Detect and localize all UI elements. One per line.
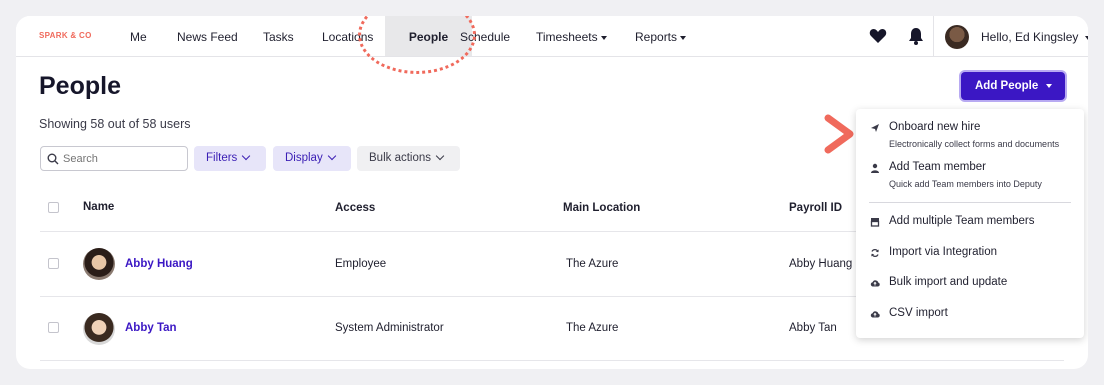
display-label: Display: [285, 152, 323, 164]
cloud-upload-icon: [870, 311, 880, 318]
menu-item-title: Add Team member: [889, 161, 986, 173]
search-icon: [47, 153, 59, 165]
avatar: [83, 313, 115, 345]
search-box[interactable]: [40, 146, 188, 171]
bulk-actions-button[interactable]: Bulk actions: [357, 146, 460, 171]
page-title: People: [39, 72, 121, 100]
location-cell: The Azure: [566, 258, 619, 270]
person-icon: [871, 163, 879, 173]
payroll-cell: Abby Tan: [789, 322, 837, 334]
bell-icon[interactable]: [906, 26, 926, 46]
display-button[interactable]: Display: [273, 146, 351, 171]
nav-reports-label: Reports: [635, 30, 678, 44]
person-name-link[interactable]: Abby Huang: [125, 258, 193, 270]
avatar: [83, 248, 115, 280]
caret-down-icon: [1046, 83, 1053, 88]
bulk-actions-label: Bulk actions: [369, 152, 432, 164]
menu-item-title: Import via Integration: [889, 246, 998, 258]
menu-divider: [869, 202, 1071, 203]
top-nav: SPARK & CO Me News Feed Tasks Locations …: [16, 16, 1088, 57]
menu-item-title: Bulk import and update: [889, 276, 1008, 288]
menu-item-subtitle: Electronically collect forms and documen…: [889, 139, 1060, 149]
cloud-upload-icon: [870, 280, 880, 287]
user-greeting: Hello, Ed Kingsley: [981, 30, 1079, 44]
menu-item-title: Add multiple Team members: [889, 215, 1035, 227]
caret-down-icon: [680, 35, 687, 40]
add-people-label: Add People: [975, 80, 1039, 92]
brand-logo[interactable]: SPARK & CO: [39, 31, 92, 40]
filters-button[interactable]: Filters: [194, 146, 266, 171]
nav-item-reports[interactable]: Reports: [635, 16, 687, 56]
menu-item-title: CSV import: [889, 307, 948, 319]
column-header-name[interactable]: Name: [83, 201, 114, 213]
chevron-down-icon: [435, 151, 445, 161]
nav-item-news-feed[interactable]: News Feed: [177, 16, 238, 56]
caret-down-icon: [600, 35, 607, 40]
row-divider: [40, 360, 1064, 361]
send-icon: [871, 124, 879, 132]
location-cell: The Azure: [566, 322, 619, 334]
filters-label: Filters: [206, 152, 238, 164]
access-cell: System Administrator: [335, 322, 444, 334]
chevron-down-icon: [242, 151, 251, 161]
caret-down-icon: [1085, 35, 1088, 40]
row-checkbox[interactable]: [48, 322, 59, 333]
column-header-main-location[interactable]: Main Location: [563, 202, 640, 214]
sync-icon: [871, 248, 879, 258]
user-menu[interactable]: Hello, Ed Kingsley: [981, 16, 1088, 58]
select-all-checkbox[interactable]: [48, 202, 59, 213]
nav-divider: [933, 16, 934, 56]
row-checkbox[interactable]: [48, 258, 59, 269]
payroll-cell: Abby Huang: [789, 258, 853, 270]
store-icon: [870, 218, 880, 227]
nav-timesheets-label: Timesheets: [536, 30, 598, 44]
person-name-link[interactable]: Abby Tan: [125, 322, 177, 334]
menu-item-title: Onboard new hire: [889, 121, 981, 133]
nav-item-tasks[interactable]: Tasks: [263, 16, 294, 56]
access-cell: Employee: [335, 258, 387, 270]
avatar[interactable]: [945, 25, 969, 49]
column-header-payroll-id[interactable]: Payroll ID: [789, 202, 842, 214]
nav-item-timesheets[interactable]: Timesheets: [536, 16, 607, 56]
user-count: Showing 58 out of 58 users: [39, 117, 191, 131]
add-people-button[interactable]: Add People: [961, 72, 1065, 100]
heart-icon[interactable]: [868, 26, 888, 46]
add-people-menu: Onboard new hire Electronically collect …: [856, 109, 1084, 338]
search-input[interactable]: [63, 150, 183, 167]
app-window: SPARK & CO Me News Feed Tasks Locations …: [16, 16, 1088, 369]
chevron-down-icon: [327, 151, 336, 161]
nav-item-me[interactable]: Me: [130, 16, 147, 56]
column-header-access[interactable]: Access: [335, 202, 375, 214]
menu-item-subtitle: Quick add Team members into Deputy: [889, 179, 1042, 189]
highlight-dotted-circle: [358, 16, 476, 74]
